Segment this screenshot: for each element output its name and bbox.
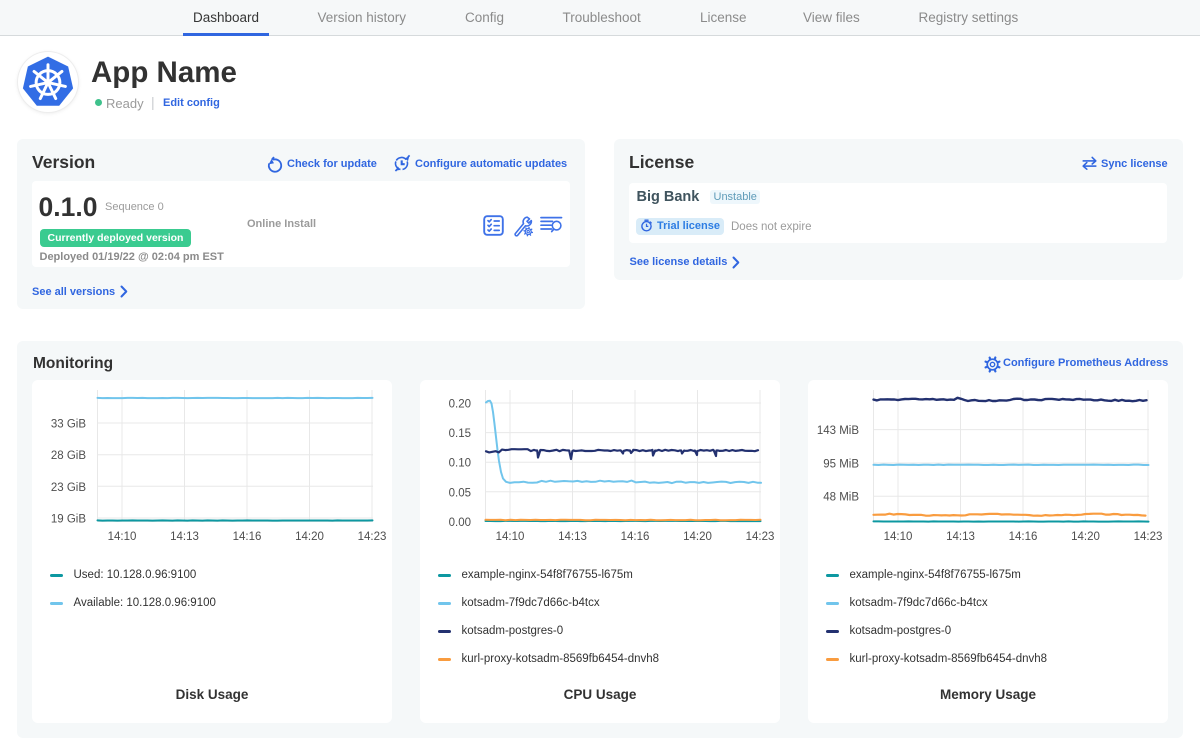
- svg-text:14:20: 14:20: [683, 531, 712, 543]
- svg-text:14:13: 14:13: [170, 531, 199, 543]
- svg-text:95 MiB: 95 MiB: [823, 459, 859, 471]
- svg-text:23 GiB: 23 GiB: [51, 482, 86, 494]
- svg-text:14:13: 14:13: [558, 531, 587, 543]
- svg-text:0.15: 0.15: [449, 428, 471, 440]
- svg-text:14:10: 14:10: [496, 531, 525, 543]
- svg-text:14:20: 14:20: [1071, 531, 1100, 543]
- svg-text:14:23: 14:23: [746, 531, 775, 543]
- svg-text:48 MiB: 48 MiB: [823, 492, 859, 504]
- svg-text:14:23: 14:23: [1134, 531, 1163, 543]
- svg-text:14:20: 14:20: [295, 531, 324, 543]
- svg-text:14:16: 14:16: [233, 531, 262, 543]
- svg-text:14:10: 14:10: [108, 531, 137, 543]
- svg-text:14:10: 14:10: [884, 531, 913, 543]
- svg-text:19 GiB: 19 GiB: [51, 514, 86, 526]
- svg-text:143 MiB: 143 MiB: [817, 425, 860, 437]
- svg-text:0.05: 0.05: [449, 487, 471, 499]
- svg-text:0.10: 0.10: [449, 458, 471, 470]
- svg-text:14:13: 14:13: [946, 531, 975, 543]
- svg-text:14:23: 14:23: [358, 531, 387, 543]
- svg-text:33 GiB: 33 GiB: [51, 419, 86, 431]
- svg-text:28 GiB: 28 GiB: [51, 450, 86, 462]
- svg-text:14:16: 14:16: [1009, 531, 1038, 543]
- svg-text:14:16: 14:16: [621, 531, 650, 543]
- svg-text:0.00: 0.00: [449, 517, 471, 529]
- svg-text:0.20: 0.20: [449, 399, 471, 411]
